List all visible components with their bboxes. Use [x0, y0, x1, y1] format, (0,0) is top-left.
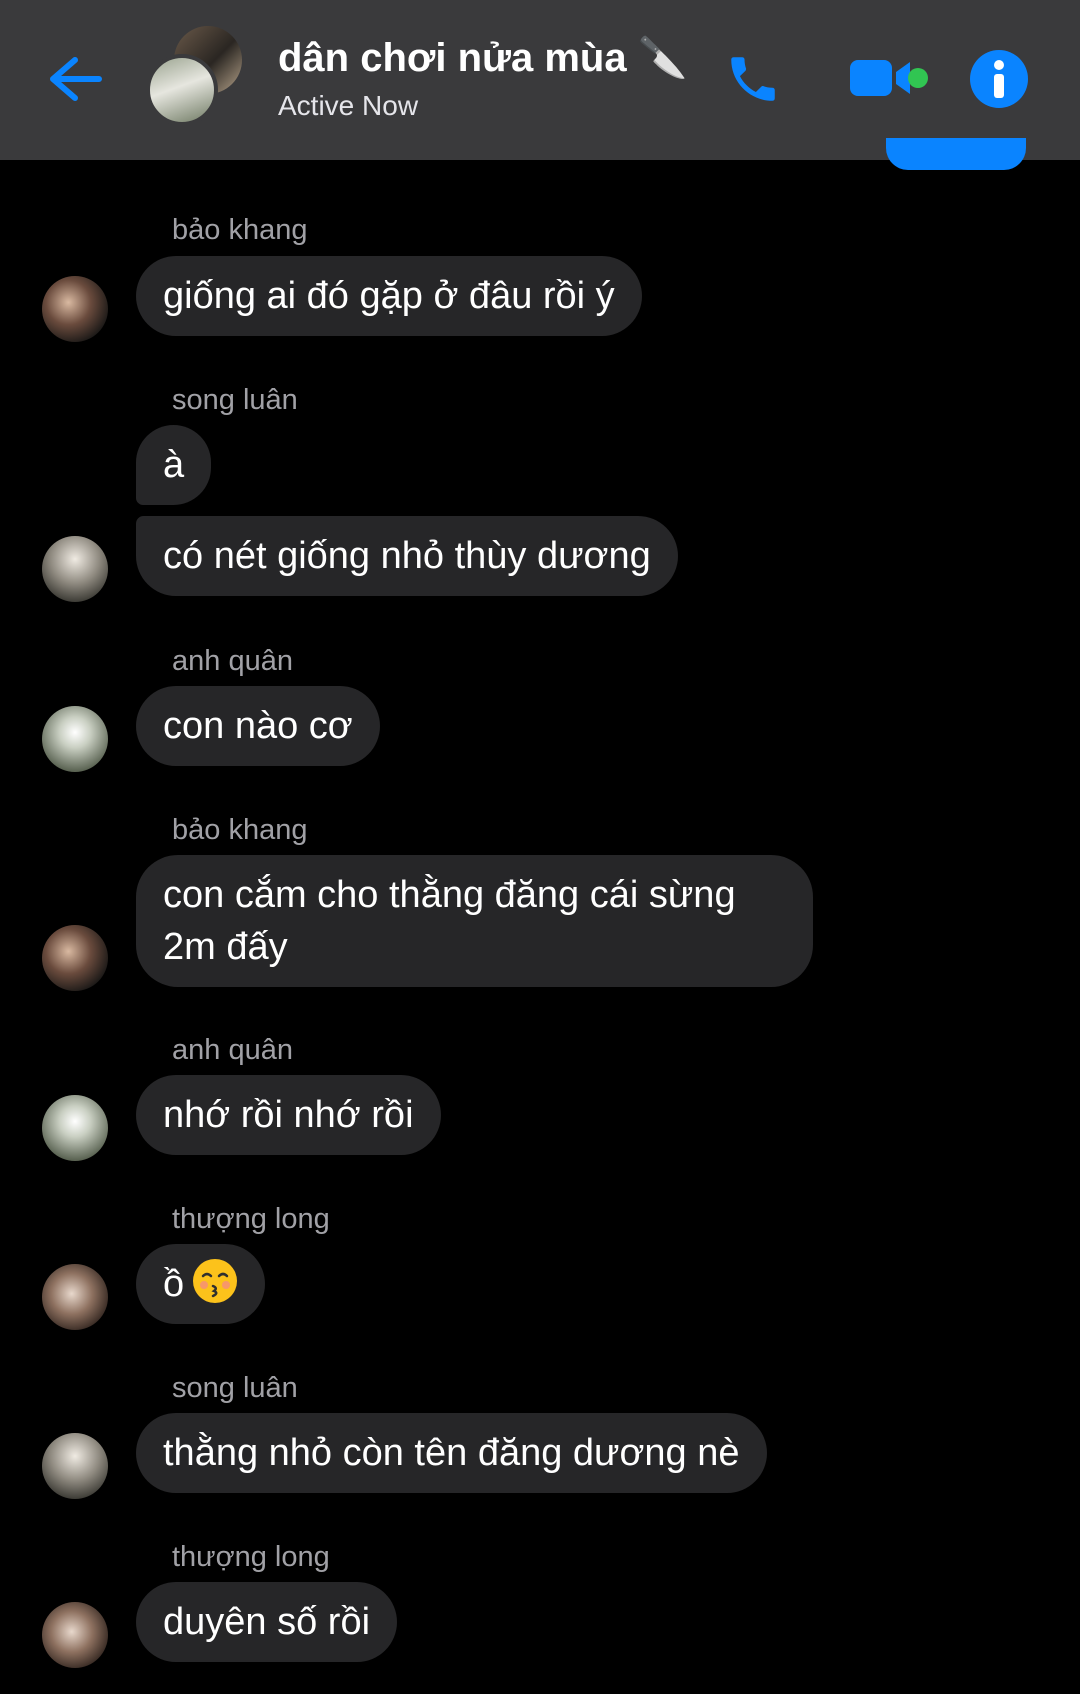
message-text: ồ — [163, 1263, 185, 1305]
avatar-bao-khang[interactable] — [42, 276, 108, 342]
avatar-anh-quan[interactable] — [42, 706, 108, 772]
message-bubble[interactable]: con cắm cho thằng đăng cái sừng 2m đấy — [136, 855, 813, 987]
previous-message-bubble[interactable] — [886, 138, 1026, 170]
sender-name: song luân — [172, 384, 298, 416]
sender-name: thượng long — [172, 1203, 330, 1235]
message-bubble[interactable]: giống ai đó gặp ở đâu rồi ý — [136, 256, 642, 336]
message-bubble[interactable]: duyên số rồi — [136, 1582, 398, 1662]
online-indicator — [908, 68, 928, 88]
chat-header: dân chơi nửa mùa 🔪 Active Now — [0, 0, 1080, 160]
sender-name: anh quân — [172, 1034, 293, 1066]
message-bubble[interactable]: có nét giống nhỏ thùy dương — [136, 516, 678, 596]
kissing-face-emoji-icon — [193, 1259, 238, 1303]
avatar-bao-khang[interactable] — [42, 925, 108, 991]
avatar-song-luan[interactable] — [42, 1433, 108, 1499]
chat-title-block[interactable]: dân chơi nửa mùa 🔪 Active Now — [278, 34, 688, 124]
back-button[interactable] — [40, 44, 110, 114]
avatar-song-luan[interactable] — [42, 536, 108, 602]
sender-name: anh quân — [172, 645, 293, 677]
message-bubble[interactable]: à — [136, 425, 212, 505]
message-bubble[interactable]: nhớ rồi nhớ rồi — [136, 1075, 441, 1155]
active-status: Active Now — [278, 90, 419, 121]
voice-call-button[interactable] — [718, 44, 788, 114]
phone-icon — [731, 57, 775, 101]
avatar-anh-quan[interactable] — [42, 1095, 108, 1161]
back-arrow-icon — [50, 57, 102, 101]
video-camera-icon — [850, 60, 910, 96]
group-avatar[interactable] — [146, 26, 246, 126]
avatar-thuong-long[interactable] — [42, 1602, 108, 1668]
sender-name: thượng long — [172, 1541, 330, 1573]
avatar-thuong-long[interactable] — [42, 1264, 108, 1330]
message-bubble[interactable]: thằng nhỏ còn tên đăng dương nè — [136, 1413, 767, 1493]
sender-name: bảo khang — [172, 214, 308, 246]
group-avatar-front — [146, 54, 218, 126]
chat-title: dân chơi nửa mùa 🔪 — [278, 36, 688, 80]
info-button[interactable] — [964, 44, 1034, 114]
sender-name: bảo khang — [172, 814, 308, 846]
info-icon — [970, 50, 1028, 108]
sender-name: song luân — [172, 1372, 298, 1404]
message-bubble[interactable]: ồ — [136, 1244, 266, 1324]
message-bubble[interactable]: con nào cơ — [136, 686, 380, 766]
